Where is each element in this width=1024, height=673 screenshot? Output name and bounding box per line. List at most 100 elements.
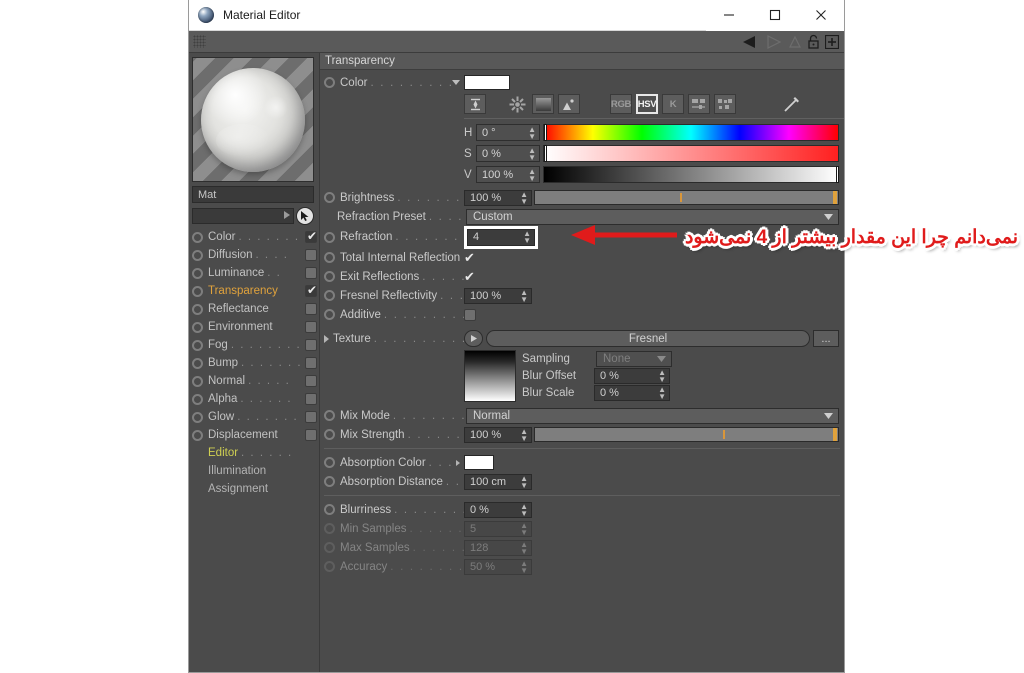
channel-checkbox[interactable] — [305, 283, 318, 297]
sidebar-item-illumination[interactable]: Illumination — [192, 462, 317, 480]
hue-cursor[interactable] — [544, 124, 547, 141]
chevron-down-icon[interactable] — [452, 80, 460, 85]
channel-checkbox[interactable] — [305, 393, 317, 405]
lock-icon[interactable] — [807, 34, 820, 49]
radio-icon[interactable] — [192, 339, 203, 351]
color-wheel-icon[interactable] — [506, 94, 528, 114]
radio-icon[interactable] — [192, 321, 203, 333]
image-picker-icon[interactable] — [558, 94, 580, 114]
hue-input[interactable]: 0 ° ▲ ▼ — [476, 124, 540, 141]
rgb-mode-button[interactable]: RGB — [610, 94, 632, 114]
spinner-icon[interactable]: ▲ ▼ — [520, 502, 528, 517]
radio-icon[interactable] — [192, 429, 203, 441]
exit-reflections-checkbox[interactable]: ✔ — [464, 270, 475, 283]
texture-name-field[interactable]: Fresnel — [486, 330, 810, 347]
hue-slider[interactable] — [543, 124, 839, 141]
fresnel-reflectivity-input[interactable]: 100 % ▲ ▼ — [464, 287, 532, 304]
refraction-input[interactable]: 4 ▲ ▼ — [467, 228, 535, 246]
plus-icon[interactable] — [825, 34, 839, 49]
pointer-cursor-icon[interactable] — [296, 207, 314, 225]
value-input[interactable]: 100 % ▲ ▼ — [476, 166, 540, 183]
radio-icon[interactable] — [324, 309, 335, 320]
radio-icon[interactable] — [324, 504, 335, 515]
spinner-icon[interactable]: ▲ ▼ — [658, 385, 666, 400]
radio-icon[interactable] — [324, 77, 335, 88]
blurriness-input[interactable]: 0 % ▲ ▼ — [464, 501, 532, 518]
texture-play-button[interactable] — [464, 330, 483, 347]
spinner-icon[interactable]: ▲ ▼ — [520, 190, 528, 205]
channel-reflectance[interactable]: Reflectance — [192, 300, 317, 318]
radio-icon[interactable] — [324, 290, 335, 301]
radio-icon[interactable] — [324, 252, 335, 263]
channel-displacement[interactable]: Displacement — [192, 426, 317, 444]
saturation-slider[interactable] — [543, 145, 839, 162]
radio-icon[interactable] — [324, 476, 335, 487]
radio-icon[interactable] — [324, 231, 335, 243]
search-input[interactable] — [192, 208, 294, 224]
total-internal-reflection-checkbox[interactable]: ✔ — [464, 251, 475, 264]
spinner-icon[interactable]: ▲ ▼ — [523, 230, 531, 245]
maximize-icon[interactable] — [752, 0, 798, 31]
channel-glow[interactable]: Glow . . . . . . . — [192, 408, 317, 426]
channel-checkbox[interactable] — [305, 229, 318, 243]
channel-checkbox[interactable] — [305, 411, 317, 423]
hsv-mode-button[interactable]: HSV — [636, 94, 658, 114]
sliders-icon[interactable] — [688, 94, 710, 114]
brightness-input[interactable]: 100 % ▲ ▼ — [464, 189, 532, 206]
radio-icon[interactable] — [324, 429, 335, 440]
swatches-icon[interactable] — [714, 94, 736, 114]
close-icon[interactable] — [798, 0, 844, 31]
channel-checkbox[interactable] — [305, 339, 317, 351]
eyedropper-range-icon[interactable] — [464, 94, 486, 114]
radio-icon[interactable] — [192, 303, 203, 315]
radio-icon[interactable] — [192, 375, 203, 387]
saturation-cursor[interactable] — [544, 145, 547, 162]
blur-scale-input[interactable]: 0 % ▲ ▼ — [594, 384, 670, 401]
brightness-slider[interactable] — [534, 190, 839, 205]
back-arrow-icon[interactable] — [742, 35, 762, 49]
radio-icon[interactable] — [192, 285, 203, 297]
spinner-icon[interactable]: ▲ ▼ — [520, 427, 528, 442]
sampling-dropdown[interactable]: None — [596, 350, 672, 367]
radio-icon[interactable] — [192, 357, 203, 369]
channel-diffusion[interactable]: Diffusion . . . . — [192, 246, 317, 264]
channel-normal[interactable]: Normal . . . . . — [192, 372, 317, 390]
spinner-icon[interactable]: ▲ ▼ — [528, 146, 536, 161]
sidebar-item-editor[interactable]: Editor . . . . . . — [192, 444, 317, 462]
spinner-icon[interactable]: ▲ ▼ — [658, 368, 666, 383]
mix-strength-slider[interactable] — [534, 427, 839, 442]
channel-checkbox[interactable] — [305, 303, 317, 315]
radio-icon[interactable] — [324, 271, 335, 282]
texture-thumbnail[interactable] — [464, 350, 516, 402]
radio-icon[interactable] — [192, 267, 203, 279]
texture-browse-button[interactable]: ... — [813, 330, 839, 347]
channel-checkbox[interactable] — [305, 249, 317, 261]
channel-checkbox[interactable] — [305, 429, 317, 441]
channel-alpha[interactable]: Alpha . . . . . . — [192, 390, 317, 408]
material-name-field[interactable]: Mat — [192, 186, 314, 203]
radio-icon[interactable] — [192, 411, 203, 423]
k-mode-button[interactable]: K — [662, 94, 684, 114]
spinner-icon[interactable]: ▲ ▼ — [520, 288, 528, 303]
spinner-icon[interactable]: ▲ ▼ — [528, 125, 536, 140]
mix-mode-dropdown[interactable]: Normal — [466, 407, 839, 424]
channel-checkbox[interactable] — [305, 375, 317, 387]
channel-luminance[interactable]: Luminance . . — [192, 264, 317, 282]
minimize-icon[interactable] — [706, 0, 752, 31]
channel-environment[interactable]: Environment — [192, 318, 317, 336]
spinner-icon[interactable]: ▲ ▼ — [520, 474, 528, 489]
mix-strength-input[interactable]: 100 % ▲ ▼ — [464, 426, 532, 443]
slider-knob[interactable] — [833, 191, 837, 204]
channel-checkbox[interactable] — [305, 321, 317, 333]
radio-icon[interactable] — [192, 231, 203, 243]
slider-knob[interactable] — [833, 428, 837, 441]
channel-checkbox[interactable] — [305, 267, 317, 279]
spinner-icon[interactable]: ▲ ▼ — [528, 167, 536, 182]
radio-icon[interactable] — [324, 192, 335, 203]
radio-icon[interactable] — [192, 249, 203, 261]
color-swatch[interactable] — [464, 75, 510, 90]
channel-fog[interactable]: Fog . . . . . . . . — [192, 336, 317, 354]
refraction-preset-dropdown[interactable]: Custom — [466, 208, 839, 225]
chevron-right-icon[interactable] — [456, 459, 460, 466]
radio-icon[interactable] — [324, 410, 335, 421]
